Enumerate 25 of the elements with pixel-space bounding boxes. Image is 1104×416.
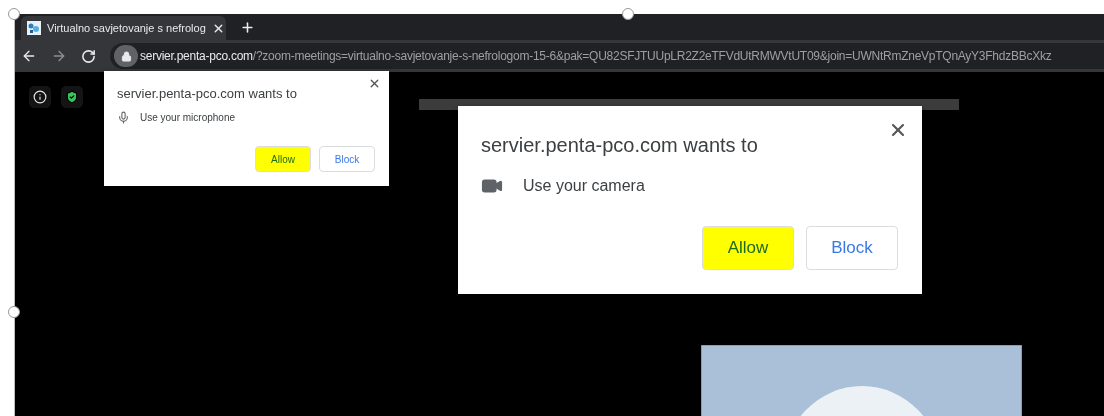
resize-handle[interactable] bbox=[622, 8, 634, 20]
popup-title: servier.penta-pco.com wants to bbox=[117, 86, 298, 101]
reload-button[interactable] bbox=[81, 48, 96, 64]
back-button[interactable] bbox=[21, 48, 37, 64]
site-favicon bbox=[27, 21, 41, 35]
lock-icon[interactable] bbox=[114, 45, 138, 67]
resize-handle[interactable] bbox=[8, 8, 20, 20]
browser-tab[interactable]: Virtualno savjetovanje s nefrolog bbox=[21, 16, 226, 40]
address-bar[interactable]: servier.penta-pco.com/?zoom-meetings=virtualno-savjetovanje-s-nefrologom-15-6&pak=QU82SFJTUUpLR2Z2eTFVdUtRMWVtUT09&join=UWNtRmZneVpTQnAyY3FhdzBBcXkz bbox=[110, 43, 1104, 69]
info-icon[interactable] bbox=[29, 86, 51, 108]
popup-title: servier.penta-pco.com wants to bbox=[481, 134, 759, 157]
permission-text: Use your camera bbox=[523, 177, 645, 195]
permission-text: Use your microphone bbox=[140, 112, 236, 123]
url-text: servier.penta-pco.com/?zoom-meetings=virtualno-savjetovanje-s-nefrologom-15-6&pak=QU82SFJTUUpLR2Z2eTFVdUtRMWVtUT09&join=UWNtRmZneVpTQnAyY3FhdzBBcXkz bbox=[140, 49, 1052, 63]
allow-button[interactable]: Allow bbox=[255, 146, 311, 172]
resize-handle[interactable] bbox=[8, 306, 20, 318]
shield-icon[interactable] bbox=[61, 86, 83, 108]
forward-button[interactable] bbox=[51, 48, 67, 64]
allow-button[interactable]: Allow bbox=[702, 226, 794, 270]
new-tab-button[interactable] bbox=[240, 19, 255, 35]
block-button[interactable]: Block bbox=[319, 146, 375, 172]
microphone-icon bbox=[117, 111, 130, 124]
block-button[interactable]: Block bbox=[806, 226, 898, 270]
close-button[interactable] bbox=[368, 77, 381, 90]
tab-title: Virtualno savjetovanje s nefrolog bbox=[47, 22, 206, 34]
